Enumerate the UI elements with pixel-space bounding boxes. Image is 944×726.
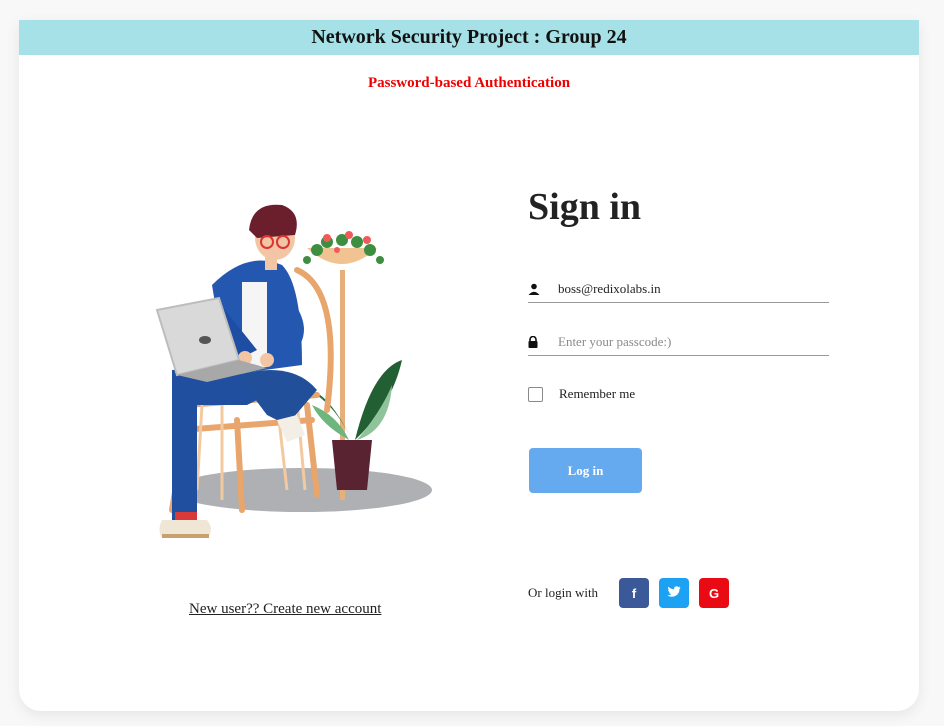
person-laptop-illustration bbox=[155, 204, 432, 538]
person-icon bbox=[528, 283, 558, 295]
remember-me-checkbox[interactable] bbox=[528, 386, 543, 402]
username-field bbox=[528, 276, 829, 303]
remember-me-row[interactable]: Remember me bbox=[528, 386, 635, 402]
twitter-icon bbox=[667, 585, 681, 601]
login-button[interactable]: Log in bbox=[529, 448, 642, 493]
facebook-icon: f bbox=[631, 585, 637, 601]
google-login-button[interactable]: G bbox=[699, 578, 729, 608]
password-input[interactable] bbox=[558, 334, 818, 350]
username-input[interactable] bbox=[558, 281, 818, 297]
page-title: Network Security Project : Group 24 bbox=[311, 26, 627, 48]
signin-heading: Sign in bbox=[528, 186, 642, 228]
remember-me-label: Remember me bbox=[559, 386, 636, 401]
twitter-login-button[interactable] bbox=[659, 578, 689, 608]
social-login-label: Or login with bbox=[528, 585, 599, 600]
lock-icon bbox=[528, 336, 558, 348]
page-subtitle: Password-based Authentication bbox=[367, 75, 571, 91]
create-account-link[interactable]: New user?? Create new account bbox=[189, 601, 381, 618]
login-card: Network Security Project : Group 24 Pass… bbox=[19, 20, 919, 711]
facebook-login-button[interactable]: f bbox=[619, 578, 649, 608]
google-icon: G bbox=[708, 585, 720, 601]
password-field bbox=[528, 329, 829, 356]
header-banner: Network Security Project : Group 24 bbox=[19, 20, 919, 55]
